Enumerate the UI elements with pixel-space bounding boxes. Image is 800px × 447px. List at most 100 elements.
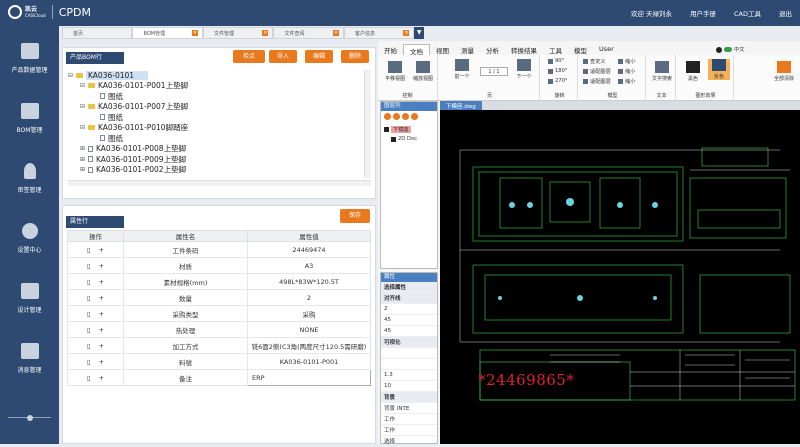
eye-icon[interactable] xyxy=(391,136,396,142)
props-row[interactable]: 10 xyxy=(381,381,437,392)
close-icon[interactable]: ✕ xyxy=(403,30,410,36)
prev-page-button[interactable]: 前一个 xyxy=(452,59,472,80)
tabs-more-button[interactable]: ▼ xyxy=(414,27,424,39)
plus-icon[interactable]: + xyxy=(99,278,104,286)
drawing-canvas[interactable] xyxy=(440,110,800,444)
rotate-90-button[interactable]: 90° xyxy=(548,58,564,64)
zoom-out-button[interactable]: 缩小 xyxy=(618,68,635,75)
tree-node[interactable]: ⊟ KA036-0101-P001上垫脚 xyxy=(68,81,366,92)
plus-icon[interactable]: + xyxy=(99,374,104,382)
tree-scrollbar-horizontal[interactable] xyxy=(68,180,371,186)
tree-node[interactable]: ⊞ KA036-0101-P008上垫脚 xyxy=(68,144,366,155)
rotate-270-button[interactable]: 270° xyxy=(548,78,568,84)
trash-icon[interactable]: ▯ xyxy=(87,262,91,270)
check-button[interactable]: 检点 xyxy=(233,50,265,63)
ribbon-tab[interactable]: User xyxy=(593,44,620,55)
tree-node[interactable]: 图纸 xyxy=(68,133,366,144)
tree-node[interactable]: 图纸 xyxy=(68,112,366,123)
model-button[interactable]: 查定义 xyxy=(583,58,606,65)
ribbon-tab[interactable]: 视图 xyxy=(430,44,455,55)
trash-icon[interactable]: ▯ xyxy=(87,294,91,302)
user-manual-link[interactable]: 用户手册 xyxy=(690,8,716,18)
ribbon-tab[interactable]: 工具 xyxy=(543,44,568,55)
tree-toggle-icon[interactable]: ⊟ xyxy=(68,72,76,79)
pan-view-button[interactable]: 平移视图 xyxy=(382,61,408,82)
close-icon[interactable]: ✕ xyxy=(262,30,269,36)
tree-node[interactable]: ⊞ KA036-0101-P002上垫脚 xyxy=(68,165,366,176)
cad-tool-link[interactable]: CAD工具 xyxy=(734,8,761,18)
props-row[interactable]: 1.3 xyxy=(381,370,437,381)
tree-toggle-icon[interactable]: ⊞ xyxy=(80,166,88,173)
plus-icon[interactable]: + xyxy=(99,294,104,302)
model-button[interactable]: 适配图层 xyxy=(583,78,611,85)
attr-value[interactable]: ERP xyxy=(247,369,371,386)
logout-link[interactable]: 退出 xyxy=(779,8,792,18)
trash-icon[interactable]: ▯ xyxy=(87,278,91,286)
tree-toggle-icon[interactable]: ⊟ xyxy=(80,82,88,89)
ribbon-tab[interactable]: 测量 xyxy=(455,44,480,55)
trash-icon[interactable]: ▯ xyxy=(87,246,91,254)
tab-home[interactable]: 首页 xyxy=(62,27,133,39)
tree-node[interactable]: ⊟ KA036-0101 xyxy=(68,70,366,81)
save-button[interactable]: 保存 xyxy=(340,209,370,223)
tab-files[interactable]: 文件管理 ✕ xyxy=(202,27,274,39)
ribbon-tab[interactable]: 开始 xyxy=(378,44,403,55)
import-button[interactable]: 导入 xyxy=(269,50,297,63)
plus-icon[interactable]: + xyxy=(99,342,104,350)
ribbon-tab[interactable]: 分析 xyxy=(480,44,505,55)
collapse-handle[interactable] xyxy=(27,415,33,421)
help-icon[interactable] xyxy=(716,46,722,53)
clear-all-button[interactable]: 全部清除 xyxy=(770,61,798,82)
sidebar-item-product-data[interactable]: 产品数据管理 xyxy=(0,28,59,88)
props-row[interactable]: 45 xyxy=(381,326,437,337)
layer-item[interactable]: 下模座 xyxy=(384,126,411,133)
trash-icon[interactable]: ▯ xyxy=(87,374,91,382)
ribbon-tab[interactable]: 转换结果 xyxy=(505,44,543,55)
props-row[interactable]: 45 xyxy=(381,315,437,326)
props-row[interactable]: 工作 xyxy=(381,414,437,425)
drawing-tab[interactable]: 下模座.dwg xyxy=(440,101,482,110)
sidebar-item-review[interactable]: 审签管理 xyxy=(0,148,59,208)
zoom-view-button[interactable]: 缩放视图 xyxy=(410,61,436,82)
next-page-button[interactable]: 下一个 xyxy=(514,59,534,80)
eye-icon[interactable] xyxy=(384,127,389,132)
model-button[interactable]: 适配图层 xyxy=(583,68,611,75)
close-icon[interactable]: ✕ xyxy=(191,30,198,36)
tree-scrollbar[interactable] xyxy=(364,70,371,178)
plus-icon[interactable]: + xyxy=(99,246,104,254)
plus-icon[interactable]: + xyxy=(99,326,104,334)
tree-node[interactable]: ⊟ KA036-0101-P010脚踏座 xyxy=(68,123,366,134)
props-row[interactable]: 工作 xyxy=(381,425,437,436)
close-icon[interactable]: ✕ xyxy=(332,30,339,36)
sidebar-item-messages[interactable]: 消息管理 xyxy=(0,328,59,388)
tree-node[interactable]: 图纸 xyxy=(68,91,366,102)
tree-toggle-icon[interactable]: ⊞ xyxy=(80,156,88,163)
props-row[interactable]: 背景 INTE xyxy=(381,403,437,414)
page-input[interactable]: 1 / 1 xyxy=(480,67,508,76)
trash-icon[interactable]: ▯ xyxy=(87,326,91,334)
remove-layer-icon[interactable] xyxy=(393,113,400,120)
tree-toggle-icon[interactable]: ⊞ xyxy=(80,145,88,152)
props-row[interactable] xyxy=(381,348,437,359)
sidebar-item-settings[interactable]: 设置中心 xyxy=(0,208,59,268)
tab-customer[interactable]: 客户信息 ✕ xyxy=(343,27,415,39)
sidebar-item-design[interactable]: 设计管理 xyxy=(0,268,59,328)
ribbon-tab[interactable]: 文档 xyxy=(403,44,430,56)
invert-button[interactable]: 反色 xyxy=(708,59,730,80)
tree-toggle-icon[interactable]: ⊟ xyxy=(80,124,88,131)
tree-toggle-icon[interactable]: ⊟ xyxy=(80,103,88,110)
sidebar-item-bom[interactable]: BOM管理 xyxy=(0,88,59,148)
props-row[interactable]: 选择 xyxy=(381,436,437,447)
plus-icon[interactable]: + xyxy=(99,262,104,270)
language-select[interactable]: 中文 xyxy=(734,46,744,53)
tab-bom[interactable]: BOM管理 ✕ xyxy=(132,27,203,39)
layer-item[interactable]: 2D Doc xyxy=(391,136,417,142)
cloud-icon[interactable] xyxy=(724,47,732,52)
tree-node[interactable]: ⊟ KA036-0101-P007上垫脚 xyxy=(68,102,366,113)
add-layer-icon[interactable] xyxy=(384,113,391,120)
tree-node[interactable]: ⊞ KA036-0101-P009上垫脚 xyxy=(68,154,366,165)
plus-icon[interactable]: + xyxy=(99,358,104,366)
zoom-out-button[interactable]: 缩小 xyxy=(618,58,635,65)
zoom-out-button[interactable]: 缩小 xyxy=(618,78,635,85)
delete-button[interactable]: 删除 xyxy=(341,50,369,63)
